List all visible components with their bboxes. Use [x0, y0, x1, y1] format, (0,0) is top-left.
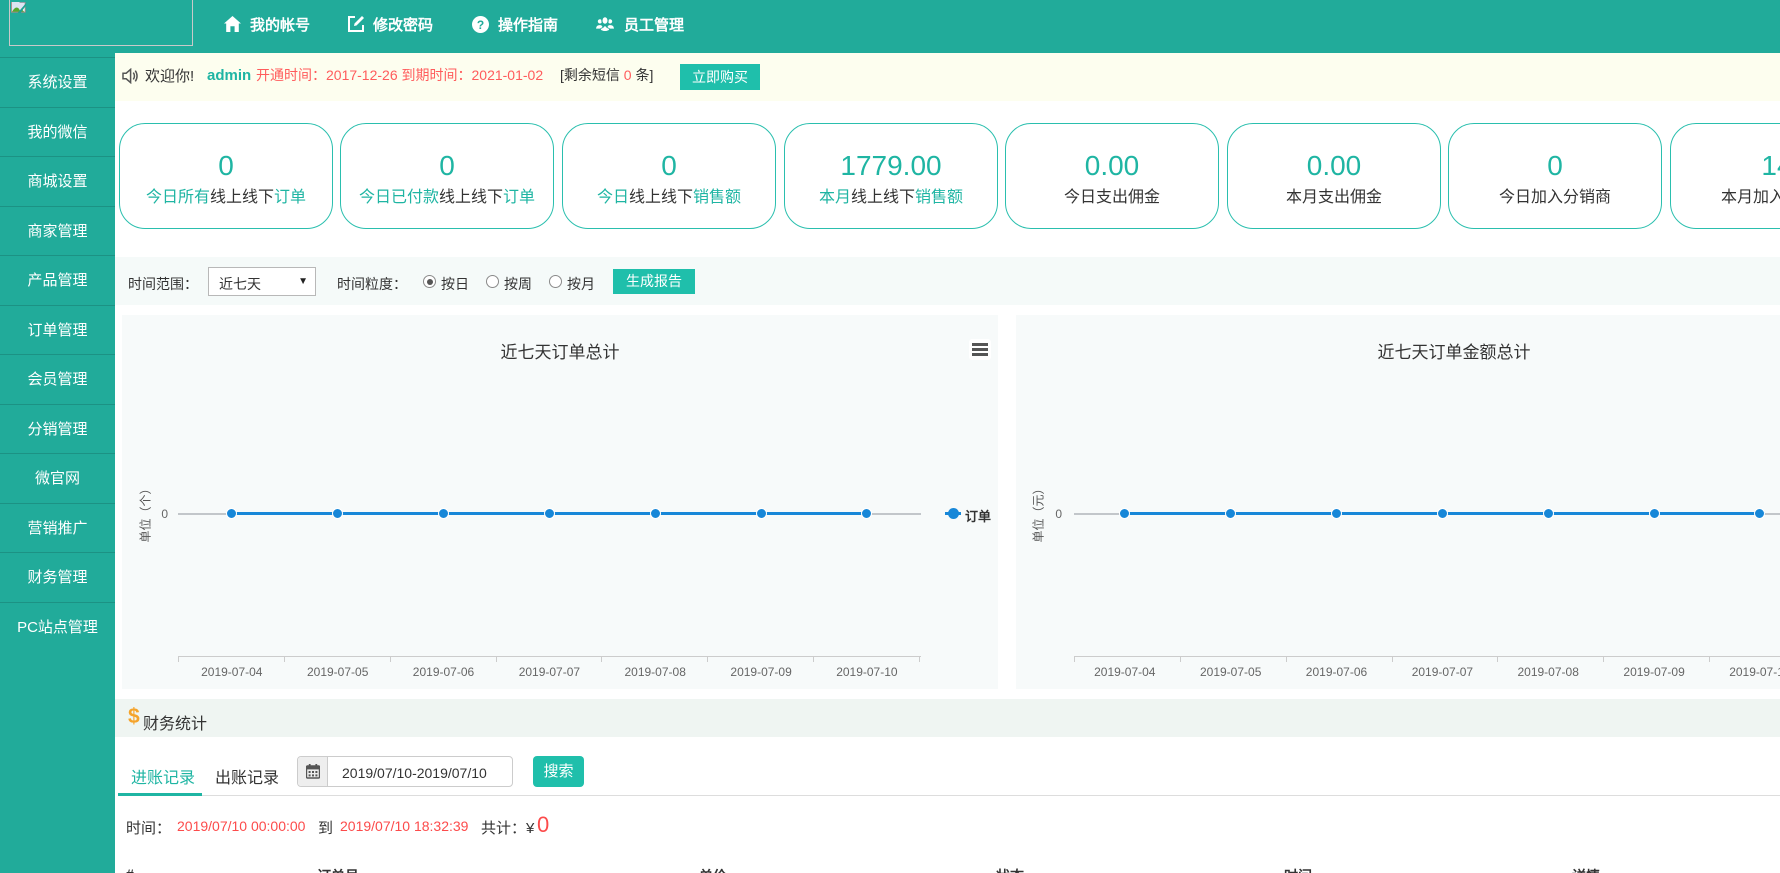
svg-text:?: ?: [477, 18, 484, 32]
